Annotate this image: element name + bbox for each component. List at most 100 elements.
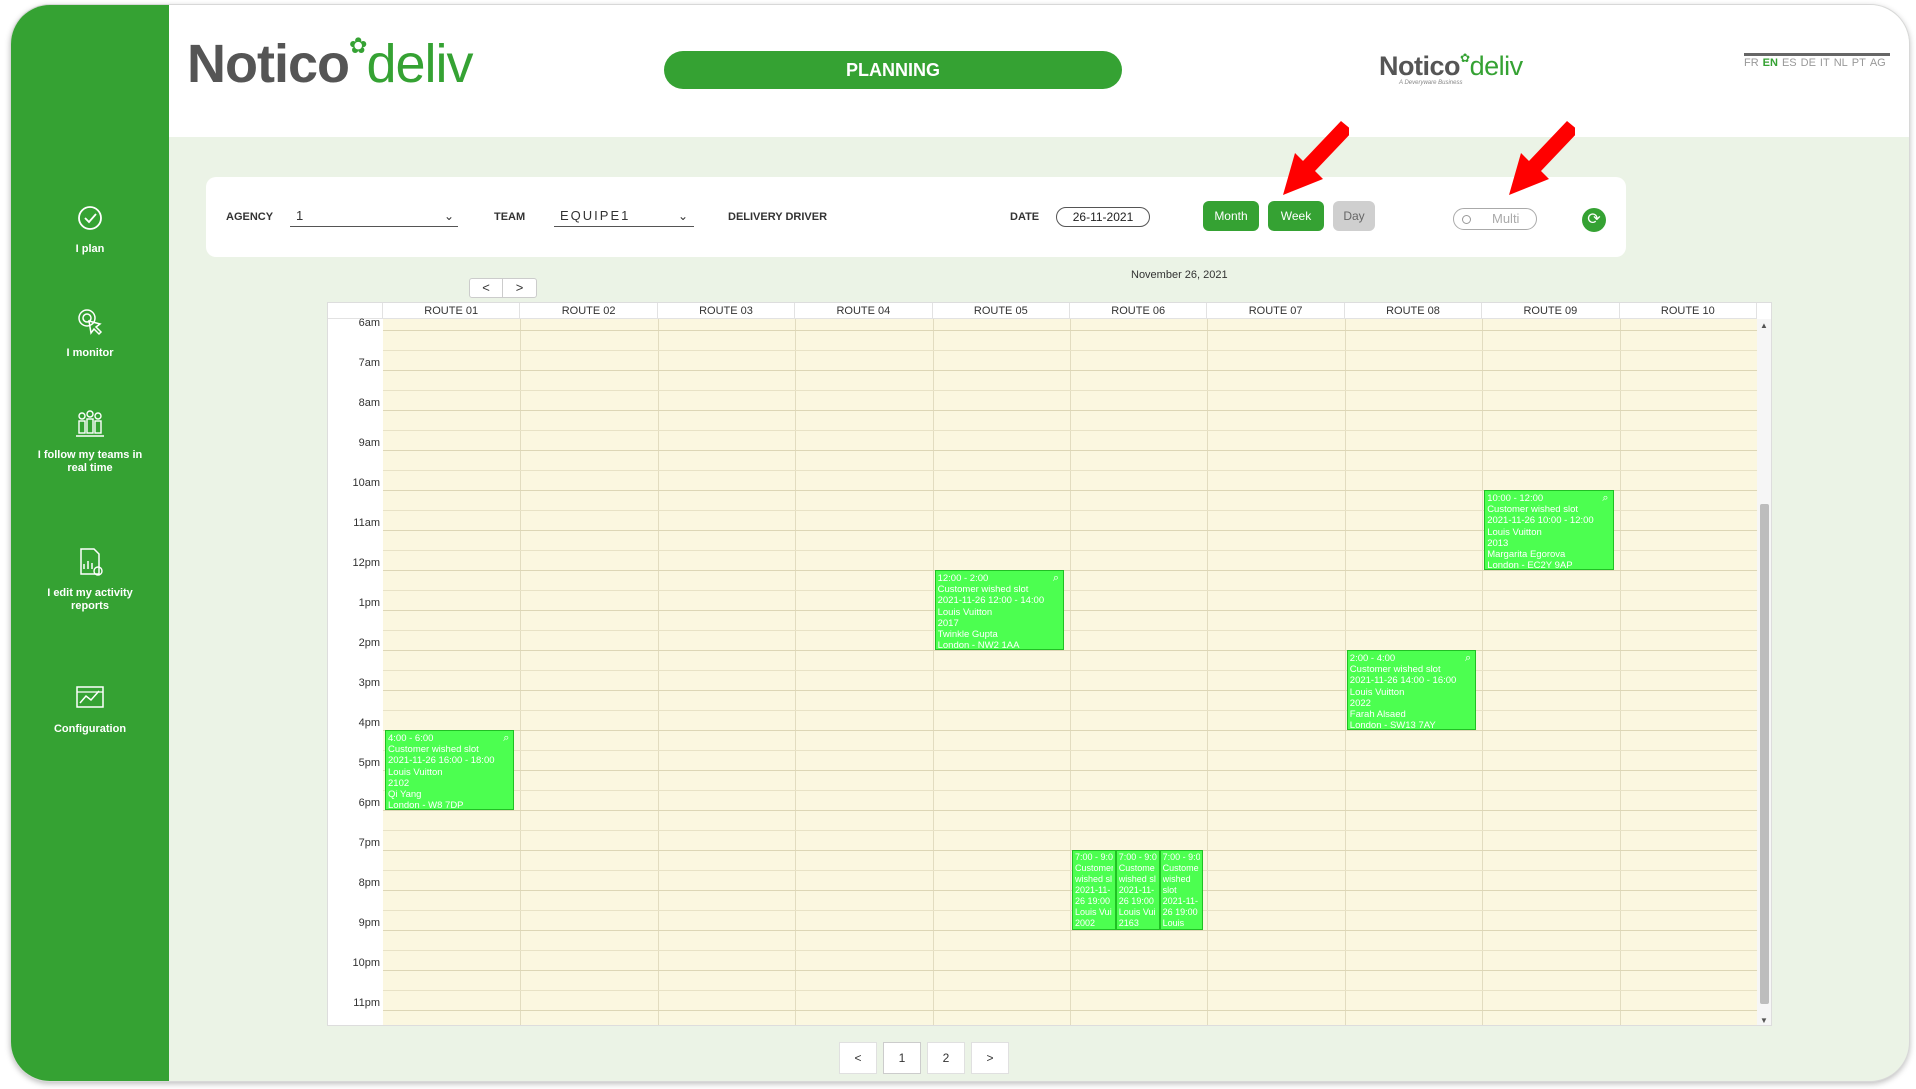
header: Notico✿deliv PLANNING Notico✿deliv A Dev… [169, 5, 1909, 137]
month-view-button[interactable]: Month [1203, 201, 1259, 231]
zoom-icon[interactable]: ⌕ [1053, 572, 1059, 584]
row-divider [383, 330, 1757, 331]
planning-event[interactable]: ⌕ 4:00 - 6:00 Customer wished slot 2021-11-… [385, 730, 515, 810]
time-label: 1pm [358, 597, 380, 609]
time-label: 7pm [358, 837, 380, 849]
delivery-driver-label[interactable]: DELIVERY DRIVER [728, 211, 827, 223]
time-label: 9am [358, 437, 380, 449]
agency-select[interactable]: 1 ⌄ [290, 205, 458, 227]
row-divider [383, 670, 1757, 671]
sidebar-item-follow-teams[interactable]: I follow my teams in real time [11, 407, 169, 475]
settings-chart-icon [76, 686, 104, 708]
route-header-7: ROUTE 07 [1207, 303, 1345, 319]
team-select[interactable]: EQUIPE1 ⌄ [554, 205, 694, 227]
language-option-en[interactable]: EN [1763, 57, 1778, 69]
language-option-nl[interactable]: NL [1834, 57, 1848, 69]
scrollbar-thumb[interactable] [1760, 504, 1769, 1004]
check-circle-icon [78, 206, 102, 230]
row-divider [383, 910, 1757, 911]
sidebar-item-plan[interactable]: I plan [11, 201, 169, 256]
event-line: 26 19:00 [1075, 896, 1111, 906]
row-divider [383, 770, 1757, 771]
event-line: Louis Vui [1118, 907, 1156, 917]
planning-event[interactable]: ⌕ 10:00 - 12:00 Customer wished slot 2021-1… [1484, 490, 1614, 570]
event-line: 2017 [937, 617, 959, 629]
language-option-pt[interactable]: PT [1852, 57, 1866, 69]
time-label: 10pm [352, 957, 380, 969]
route-header-6: ROUTE 06 [1070, 303, 1208, 319]
route-header-10: ROUTE 10 [1619, 303, 1757, 319]
column-divider [657, 319, 659, 1025]
row-divider [383, 450, 1757, 451]
event-line: 2:00 - 4:00 [1349, 653, 1396, 664]
event-line: 4:00 - 6:00 [388, 733, 434, 744]
zoom-icon[interactable]: ⌕ [503, 732, 509, 744]
time-label: 6pm [358, 797, 380, 809]
language-option-de[interactable]: DE [1801, 57, 1816, 69]
sidebar-item-configuration[interactable]: Configuration [11, 681, 169, 736]
row-divider [383, 890, 1757, 891]
multi-toggle[interactable]: Multi [1453, 208, 1537, 230]
event-line: 2021-11-26 16:00 - 18:00 [388, 755, 495, 767]
event-line: 10:00 - 12:00 [1487, 493, 1544, 504]
column-divider [1619, 319, 1621, 1025]
sidebar: I plan I monitor I follow my teams in re… [11, 5, 169, 1081]
time-label: 6am [358, 317, 380, 329]
event-line: 7:00 - 9:0 [1162, 852, 1201, 862]
route-header-9: ROUTE 09 [1482, 303, 1620, 319]
prev-day-button[interactable]: < [470, 279, 503, 297]
app-frame: I plan I monitor I follow my teams in re… [10, 4, 1910, 1082]
event-line: Customer wished slot [937, 584, 1029, 596]
row-divider [383, 650, 1757, 651]
planning-event-overlap[interactable]: 7:00 - 9:0 Custome wished sl 2021-11- 26 19:… [1115, 850, 1160, 930]
brand-logo: Notico✿deliv [1379, 51, 1523, 81]
planning-event[interactable]: ⌕ 12:00 - 2:00 Customer wished slot 2021-11… [934, 570, 1064, 650]
event-line: 2021-11-26 12:00 - 14:00 [937, 595, 1045, 607]
pagination-prev[interactable]: < [839, 1042, 877, 1074]
event-line: 2021-11-26 10:00 - 12:00 [1487, 515, 1594, 527]
row-divider [383, 590, 1757, 591]
route-header-5: ROUTE 05 [932, 303, 1070, 319]
time-label: 12pm [352, 557, 380, 569]
planning-event[interactable]: ⌕ 2:00 - 4:00 Customer wished slot 2021-11-… [1346, 650, 1477, 730]
time-label: 9pm [358, 917, 380, 929]
sidebar-item-label: I follow my teams in real time [37, 449, 143, 474]
date-input[interactable]: 26-11-2021 [1056, 207, 1150, 227]
time-label: 8am [358, 397, 380, 409]
pagination-next[interactable]: > [971, 1042, 1009, 1074]
column-divider [795, 319, 797, 1025]
language-option-es[interactable]: ES [1782, 57, 1797, 69]
row-divider [383, 610, 1757, 611]
event-line: Customer wished slot [388, 744, 479, 756]
scroll-down-icon[interactable]: ▼ [1760, 1016, 1768, 1025]
language-option-fr[interactable]: FR [1744, 57, 1759, 69]
language-option-ag[interactable]: AG [1870, 57, 1886, 69]
time-label: 4pm [358, 717, 380, 729]
row-divider [383, 710, 1757, 711]
column-divider [1344, 319, 1346, 1025]
vertical-scrollbar[interactable]: ▲ ▼ [1757, 319, 1771, 1025]
sidebar-item-monitor[interactable]: I monitor [11, 305, 169, 360]
event-line: Custome [1118, 863, 1155, 873]
grid-body[interactable]: ⌕ 4:00 - 6:00 Customer wished slot 2021-11-… [383, 319, 1757, 1025]
event-line: 12:00 - 2:00 [937, 573, 989, 584]
next-day-button[interactable]: > [503, 279, 536, 297]
event-line: London - NW2 1AA [937, 640, 1020, 650]
pagination-page-1[interactable]: 1 [883, 1042, 921, 1074]
zoom-icon[interactable]: ⌕ [1465, 652, 1471, 664]
refresh-button[interactable]: ⟳ [1582, 208, 1606, 232]
page-title: PLANNING [664, 51, 1122, 89]
toggle-knob [1462, 215, 1471, 224]
report-icon [80, 548, 103, 576]
sidebar-item-activity-reports[interactable]: I edit my activity reports [11, 545, 169, 613]
event-line: Louis Vuitton [1349, 686, 1405, 698]
planning-event-overlap[interactable]: 7:00 - 9:0 Customer wished sl 2021-11- 26 19… [1072, 850, 1116, 930]
row-divider [383, 470, 1757, 471]
row-divider [383, 350, 1757, 351]
zoom-icon[interactable]: ⌕ [1602, 492, 1608, 504]
planning-event-overlap[interactable]: 7:00 - 9:0 Custome wished slot 2021-11- 26 19… [1159, 850, 1204, 930]
language-option-it[interactable]: IT [1820, 57, 1830, 69]
time-label: 10am [352, 477, 380, 489]
scroll-up-icon[interactable]: ▲ [1760, 321, 1768, 330]
pagination-page-2[interactable]: 2 [927, 1042, 965, 1074]
